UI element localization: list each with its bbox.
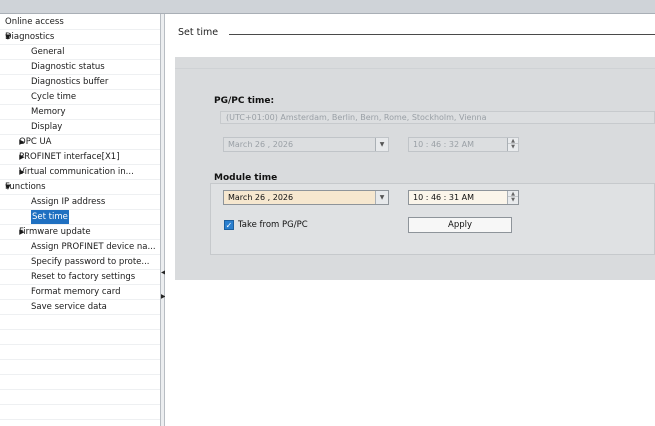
tree-item[interactable]: Reset to factory settings bbox=[0, 270, 160, 285]
tree-item-label: Firmware update bbox=[19, 227, 91, 237]
tree-item-label: Display bbox=[31, 122, 63, 132]
apply-button[interactable]: Apply bbox=[408, 217, 512, 233]
tree-item[interactable]: Memory bbox=[0, 105, 160, 120]
tree-item-label: Specify password to prote... bbox=[31, 257, 150, 267]
tree-item[interactable]: Diagnostics buffer bbox=[0, 75, 160, 90]
tree-empty-row bbox=[0, 360, 160, 375]
panel-header bbox=[175, 57, 655, 69]
tree-empty-row bbox=[0, 315, 160, 330]
pgpc-time-label: PG/PC time: bbox=[214, 96, 275, 106]
tree-item[interactable]: ▶ Virtual communication in... bbox=[0, 165, 160, 180]
tree-item[interactable]: Set time bbox=[0, 210, 160, 225]
tree-item-label: Format memory card bbox=[31, 287, 121, 297]
tree-empty-row bbox=[0, 375, 160, 390]
tree-item-label: Virtual communication in... bbox=[19, 167, 134, 177]
tree-item[interactable]: ▶ PROFINET interface[X1] bbox=[0, 150, 160, 165]
tree-item-label: Memory bbox=[31, 107, 66, 117]
tree-item-label: Diagnostic status bbox=[31, 62, 105, 72]
module-date-value: March 26 , 2026 bbox=[228, 193, 294, 202]
pgpc-time-value: 10 : 46 : 32 AM bbox=[413, 140, 475, 149]
tree-item[interactable]: Specify password to prote... bbox=[0, 255, 160, 270]
tree-item-label: Cycle time bbox=[31, 92, 77, 102]
tree-empty-row bbox=[0, 345, 160, 360]
tree-empty-row bbox=[0, 330, 160, 345]
tree-item[interactable]: General bbox=[0, 45, 160, 60]
tree-item-label: Reset to factory settings bbox=[31, 272, 136, 282]
tree-item[interactable]: Format memory card bbox=[0, 285, 160, 300]
tree-item-label: Diagnostics buffer bbox=[31, 77, 109, 87]
navigation-tree: Online access ▼ Diagnostics General Diagnost… bbox=[0, 14, 160, 426]
section-divider bbox=[229, 34, 655, 35]
tree-item-label: Diagnostics bbox=[5, 32, 55, 42]
tree-item-label: General bbox=[31, 47, 65, 57]
tree-item-label: PROFINET interface[X1] bbox=[19, 152, 120, 162]
pgpc-date-field: March 26 , 2026 ▼ bbox=[223, 137, 389, 152]
tree-item-label: Set time bbox=[31, 210, 69, 224]
tree-item-label: Assign PROFINET device na... bbox=[31, 242, 156, 252]
dropdown-arrow-icon: ▼ bbox=[375, 138, 388, 151]
set-time-pane: Set time PG/PC time: (UTC+01:00) Amsterd… bbox=[165, 14, 655, 426]
pgpc-time-field: 10 : 46 : 32 AM ▲ ▼ bbox=[408, 137, 519, 152]
section-title: Set time bbox=[178, 27, 223, 38]
take-from-pgpc-checkbox[interactable]: ✓ bbox=[224, 220, 234, 230]
module-time-stepper[interactable]: 10 : 46 : 31 AM ▲ ▼ bbox=[408, 190, 519, 205]
spinner-arrows-icon[interactable]: ▲ ▼ bbox=[507, 191, 518, 204]
pgpc-timezone-field: (UTC+01:00) Amsterdam, Berlin, Bern, Rom… bbox=[220, 111, 655, 124]
tree-empty-row bbox=[0, 390, 160, 405]
spinner-arrows-icon: ▲ ▼ bbox=[507, 138, 518, 151]
top-toolbar-strip bbox=[0, 0, 655, 14]
tree-item[interactable]: Diagnostic status bbox=[0, 60, 160, 75]
take-from-pgpc-label[interactable]: Take from PG/PC bbox=[238, 220, 308, 230]
tree-item[interactable]: Save service data bbox=[0, 300, 160, 315]
tree-item[interactable]: ▼ Diagnostics bbox=[0, 30, 160, 45]
tree-item-label: Functions bbox=[5, 182, 46, 192]
tree-item[interactable]: Display bbox=[0, 120, 160, 135]
module-time-label: Module time bbox=[214, 173, 278, 183]
tree-item[interactable]: Online access bbox=[0, 15, 160, 30]
module-time-value: 10 : 46 : 31 AM bbox=[413, 193, 475, 202]
check-icon: ✓ bbox=[225, 221, 233, 230]
module-date-picker[interactable]: March 26 , 2026 ▼ bbox=[223, 190, 389, 205]
tree-item-label: Assign IP address bbox=[31, 197, 106, 207]
tree-item[interactable]: ▶ OPC UA bbox=[0, 135, 160, 150]
pgpc-date-value: March 26 , 2026 bbox=[228, 140, 294, 149]
dropdown-arrow-icon[interactable]: ▼ bbox=[375, 191, 388, 204]
tree-item-label: Online access bbox=[5, 17, 64, 27]
tree-empty-row bbox=[0, 405, 160, 420]
tree-item[interactable]: ▼ Functions bbox=[0, 180, 160, 195]
tree-item[interactable]: Assign IP address bbox=[0, 195, 160, 210]
tree-item-label: OPC UA bbox=[19, 137, 52, 147]
tree-item[interactable]: Cycle time bbox=[0, 90, 160, 105]
tree-item[interactable]: ▶ Firmware update bbox=[0, 225, 160, 240]
tree-item[interactable]: Assign PROFINET device na... bbox=[0, 240, 160, 255]
tree-item-label: Save service data bbox=[31, 302, 107, 312]
